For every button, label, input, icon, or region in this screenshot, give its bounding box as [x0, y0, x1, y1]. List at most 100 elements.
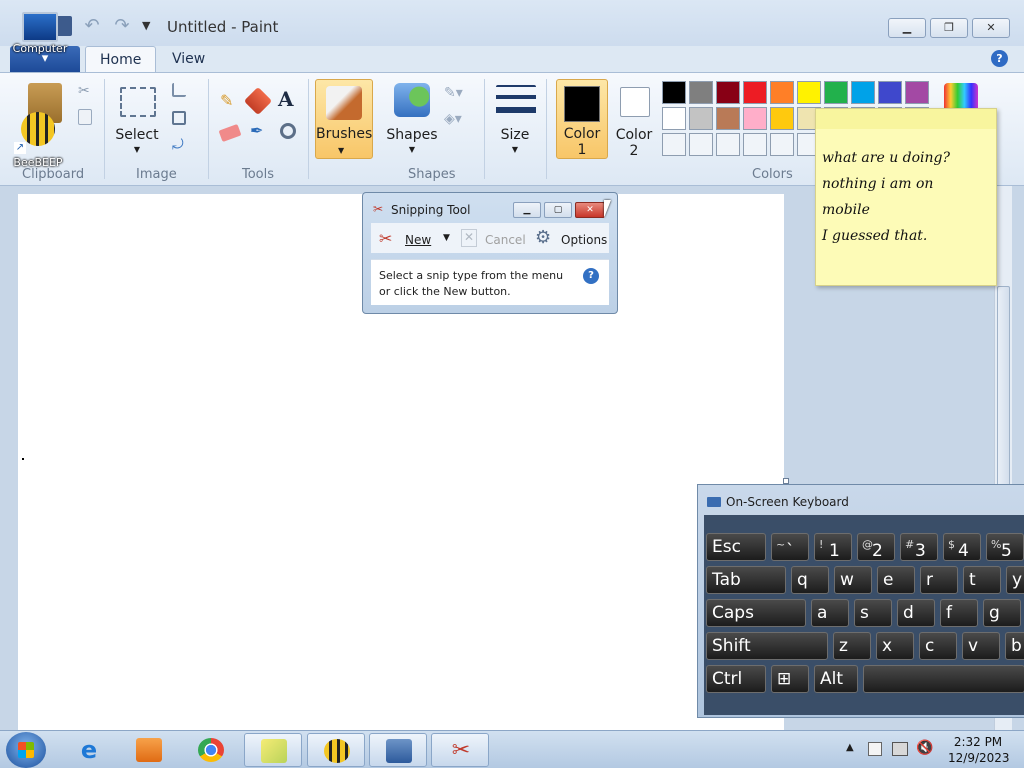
keyboard-key[interactable]: Shift: [706, 632, 828, 660]
keyboard-key[interactable]: f: [940, 599, 978, 627]
pencil-icon[interactable]: ✎: [220, 91, 240, 111]
crop-icon[interactable]: [172, 83, 186, 97]
shapes-dropdown-icon[interactable]: ▼: [406, 145, 418, 154]
keyboard-key[interactable]: q: [791, 566, 829, 594]
keyboard-key[interactable]: x: [876, 632, 914, 660]
keyboard-key[interactable]: $4: [943, 533, 981, 561]
fill-icon[interactable]: [243, 86, 273, 116]
eraser-icon[interactable]: [218, 123, 242, 143]
undo-icon[interactable]: ↶: [82, 16, 102, 36]
size-dropdown-icon[interactable]: ▼: [509, 145, 521, 154]
color-swatch[interactable]: [716, 133, 740, 156]
color-swatch[interactable]: [662, 107, 686, 130]
keyboard-key[interactable]: y: [1006, 566, 1024, 594]
keyboard-key[interactable]: b: [1005, 632, 1024, 660]
space-key[interactable]: [863, 665, 1024, 693]
keyboard-key[interactable]: r: [920, 566, 958, 594]
customize-toolbar-icon[interactable]: ▼: [142, 16, 162, 36]
keyboard-key[interactable]: a: [811, 599, 849, 627]
color-swatch[interactable]: [662, 133, 686, 156]
size-button[interactable]: Size: [494, 127, 536, 143]
select-icon[interactable]: [120, 87, 156, 117]
shapes-button[interactable]: Shapes: [385, 127, 439, 143]
taskbar-media-player[interactable]: [120, 733, 178, 767]
keyboard-key[interactable]: Alt: [814, 665, 858, 693]
color-swatch[interactable]: [905, 81, 929, 104]
taskbar-beebeep[interactable]: [307, 733, 365, 767]
keyboard-key[interactable]: s: [854, 599, 892, 627]
help-icon[interactable]: ?: [991, 50, 1008, 67]
keyboard-key[interactable]: e: [877, 566, 915, 594]
keyboard-key[interactable]: ⊞: [771, 665, 809, 693]
taskbar-internet-explorer[interactable]: e: [60, 733, 118, 767]
cut-icon[interactable]: ✂: [78, 83, 92, 99]
keyboard-key[interactable]: t: [963, 566, 1001, 594]
color-swatch[interactable]: [770, 133, 794, 156]
taskbar-snipping-tool[interactable]: ✂: [431, 733, 489, 767]
color2-swatch[interactable]: [620, 87, 650, 117]
keyboard-key[interactable]: c: [919, 632, 957, 660]
fill-style-icon[interactable]: ◈▾: [444, 111, 470, 127]
copy-icon[interactable]: [78, 109, 92, 125]
snip-help-icon[interactable]: ?: [583, 268, 599, 284]
size-icon[interactable]: [496, 85, 536, 119]
sticky-note[interactable]: what are u doing? nothing i am on mobile…: [815, 108, 997, 286]
tab-home[interactable]: Home: [85, 46, 157, 72]
select-dropdown-icon[interactable]: ▼: [131, 145, 143, 154]
desktop-icon-beebeep[interactable]: ↗ BeeBEEP: [10, 112, 66, 169]
color-swatch[interactable]: [662, 81, 686, 104]
rotate-icon[interactable]: ⤾: [172, 137, 190, 153]
keyboard-key[interactable]: w: [834, 566, 872, 594]
maximize-button[interactable]: ❐: [930, 18, 968, 38]
start-button[interactable]: [6, 732, 46, 768]
keyboard-key[interactable]: z: [833, 632, 871, 660]
taskbar-sticky-notes[interactable]: [244, 733, 302, 767]
color-swatch[interactable]: [851, 81, 875, 104]
tab-view[interactable]: View: [158, 46, 219, 72]
magnifier-icon[interactable]: [280, 123, 296, 139]
sticky-note-text[interactable]: what are u doing? nothing i am on mobile…: [822, 145, 994, 249]
action-center-icon[interactable]: [868, 742, 882, 756]
close-button[interactable]: ✕: [972, 18, 1010, 38]
color-swatch[interactable]: [689, 133, 713, 156]
color-swatch[interactable]: [824, 81, 848, 104]
redo-icon[interactable]: ↷: [112, 16, 132, 36]
color-swatch[interactable]: [743, 133, 767, 156]
keyboard-key[interactable]: d: [897, 599, 935, 627]
new-snip-icon[interactable]: ✂: [379, 229, 392, 248]
new-button[interactable]: New: [405, 233, 431, 247]
volume-muted-icon[interactable]: 🔇: [916, 740, 933, 756]
cancel-button[interactable]: Cancel: [485, 233, 526, 247]
taskbar-chrome[interactable]: [182, 733, 240, 767]
resize-icon[interactable]: [172, 111, 186, 125]
options-button[interactable]: Options: [561, 233, 607, 247]
desktop-icon-computer[interactable]: Computer: [10, 12, 70, 55]
snip-close-button[interactable]: ✕: [575, 202, 605, 218]
keyboard-key[interactable]: @2: [857, 533, 895, 561]
minimize-button[interactable]: ▁: [888, 18, 926, 38]
color-swatch[interactable]: [743, 107, 767, 130]
color1-button[interactable]: Color 1: [556, 79, 608, 159]
shapes-icon[interactable]: [394, 83, 430, 117]
keyboard-key[interactable]: ! 1: [814, 533, 852, 561]
color-swatch[interactable]: [743, 81, 767, 104]
keyboard-key[interactable]: Caps: [706, 599, 806, 627]
keyboard-key[interactable]: ~ `: [771, 533, 809, 561]
color-swatch[interactable]: [770, 81, 794, 104]
keyboard-key[interactable]: v: [962, 632, 1000, 660]
keyboard-key[interactable]: % 5: [986, 533, 1024, 561]
keyboard-key[interactable]: Tab: [706, 566, 786, 594]
keyboard-key[interactable]: g: [983, 599, 1021, 627]
color-swatch[interactable]: [878, 81, 902, 104]
text-icon[interactable]: A: [278, 87, 300, 111]
color-picker-icon[interactable]: ✒: [250, 121, 268, 141]
network-icon[interactable]: [892, 742, 908, 756]
keyboard-key[interactable]: #3: [900, 533, 938, 561]
color-swatch[interactable]: [689, 81, 713, 104]
color-swatch[interactable]: [716, 107, 740, 130]
snip-minimize-button[interactable]: ▁: [513, 202, 541, 218]
color2-button[interactable]: Color 2: [610, 127, 658, 159]
brushes-button[interactable]: Brushes ▼: [315, 79, 373, 159]
clock[interactable]: 2:32 PM 12/9/2023: [948, 734, 1010, 766]
select-button[interactable]: Select: [112, 127, 162, 143]
